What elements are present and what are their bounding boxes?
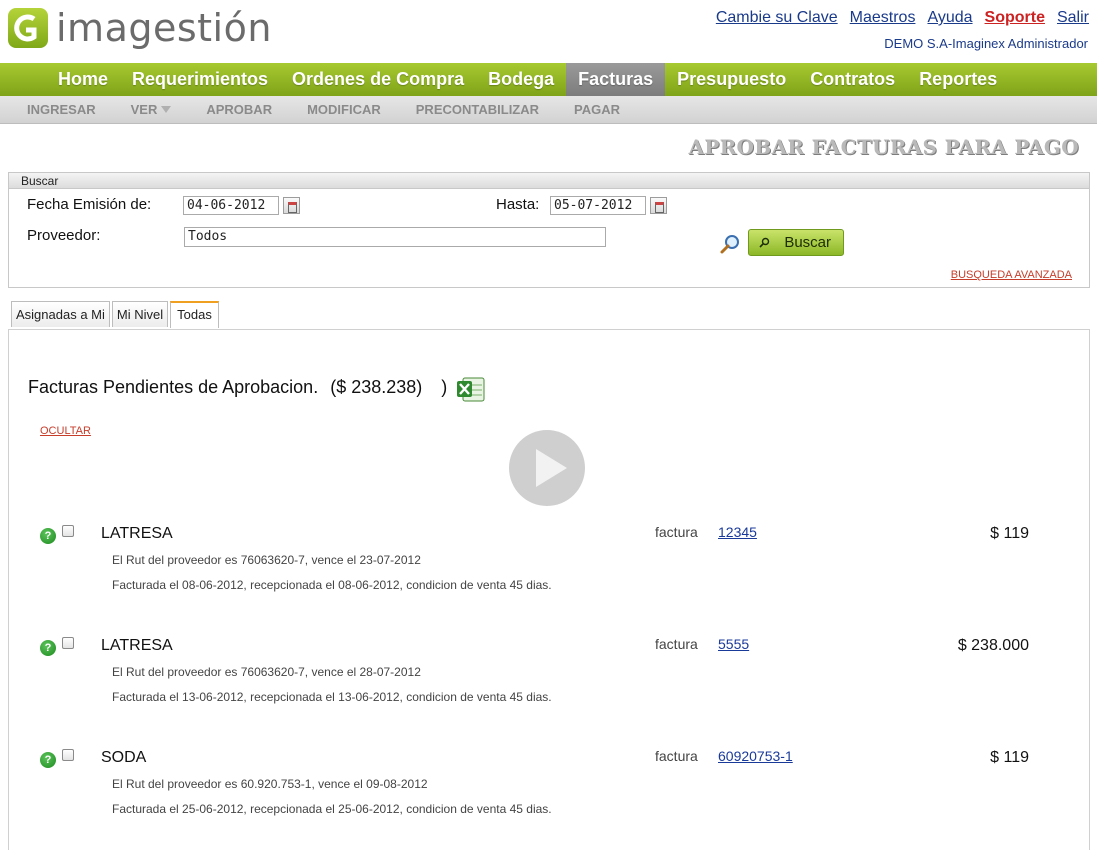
logout-link[interactable]: Salir — [1057, 9, 1089, 27]
invoice-row: ? SODA factura 60920753-1 $ 119 El Rut d… — [9, 746, 1089, 846]
app-logo[interactable]: imagestión — [8, 5, 272, 51]
tab-bar: Asignadas a Mi Mi Nivel Todas — [11, 301, 219, 328]
nav-presupuesto[interactable]: Presupuesto — [665, 63, 798, 96]
subnav-ver-label: VER — [130, 102, 158, 117]
nav-requerimientos[interactable]: Requerimientos — [120, 63, 280, 96]
document-type: factura — [655, 748, 698, 764]
invoice-dates-line: Facturada el 13-06-2012, recepcionada el… — [112, 690, 552, 704]
nav-ordenes-de-compra[interactable]: Ordenes de Compra — [280, 63, 476, 96]
pending-summary: Facturas Pendientes de Aprobacion. ($ 238… — [28, 377, 447, 398]
top-links: Cambie su Clave Maestros Ayuda Soporte S… — [716, 9, 1089, 27]
invoice-dates-line: Facturada el 08-06-2012, recepcionada el… — [112, 578, 552, 592]
invoice-amount: $ 238.000 — [957, 637, 1029, 654]
help-icon[interactable]: ? — [40, 528, 56, 544]
help-icon[interactable]: ? — [40, 752, 56, 768]
subnav-ingresar[interactable]: INGRESAR — [15, 96, 108, 123]
proveedor-label: Proveedor: — [27, 227, 101, 244]
document-type: factura — [655, 636, 698, 652]
advanced-search-link[interactable]: BUSQUEDA AVANZADA — [951, 269, 1072, 281]
nav-home[interactable]: Home — [46, 63, 120, 96]
logo-text: imagestión — [56, 6, 272, 50]
nav-reportes[interactable]: Reportes — [907, 63, 1009, 96]
supplier-name: SODA — [101, 749, 147, 766]
subnav-aprobar[interactable]: APROBAR — [194, 96, 284, 123]
search-button[interactable]: Buscar — [748, 229, 844, 256]
invoice-checkbox[interactable] — [62, 637, 74, 649]
tab-todas[interactable]: Todas — [170, 301, 219, 328]
invoice-checkbox[interactable] — [62, 749, 74, 761]
nav-bodega[interactable]: Bodega — [476, 63, 566, 96]
masters-link[interactable]: Maestros — [850, 9, 916, 27]
invoice-dates-line: Facturada el 25-06-2012, recepcionada el… — [112, 802, 552, 816]
invoice-checkbox[interactable] — [62, 525, 74, 537]
play-icon[interactable] — [509, 430, 585, 506]
fecha-emision-label: Fecha Emisión de: — [27, 196, 152, 213]
subnav-precontabilizar[interactable]: PRECONTABILIZAR — [404, 96, 551, 123]
pending-total-amount: ($ 238.238) — [330, 377, 423, 397]
invoice-row: ? LATRESA factura 5555 $ 238.000 El Rut … — [9, 634, 1089, 734]
invoice-rut-line: El Rut del proveedor es 76063620-7, venc… — [112, 553, 421, 567]
subnav-pagar[interactable]: PAGAR — [562, 96, 632, 123]
invoice-row: ? LATRESA factura 12345 $ 119 El Rut del… — [9, 522, 1089, 622]
document-type: factura — [655, 524, 698, 540]
tab-mi-nivel[interactable]: Mi Nivel — [111, 301, 169, 327]
calendar-icon[interactable] — [650, 197, 667, 214]
header: imagestión Cambie su Clave Maestros Ayud… — [0, 0, 1097, 62]
excel-export-icon[interactable] — [456, 375, 486, 403]
sub-nav: INGRESAR VER APROBAR MODIFICAR PRECONTAB… — [0, 96, 1097, 124]
calendar-icon[interactable] — [283, 197, 300, 214]
fecha-from-input[interactable]: 04-06-2012 — [183, 196, 279, 215]
hide-link[interactable]: OCULTAR — [40, 425, 91, 437]
supplier-name: LATRESA — [101, 525, 173, 542]
support-link[interactable]: Soporte — [985, 9, 1045, 27]
search-icon — [759, 237, 770, 248]
invoice-list-panel: Facturas Pendientes de Aprobacion. ($ 238… — [8, 329, 1090, 850]
search-panel-header: Buscar — [9, 173, 1089, 189]
summary-close-paren: ) — [441, 377, 448, 397]
nav-contratos[interactable]: Contratos — [798, 63, 907, 96]
tab-asignadas[interactable]: Asignadas a Mi — [11, 301, 110, 327]
invoice-number-link[interactable]: 60920753-1 — [718, 748, 793, 764]
search-button-label: Buscar — [784, 234, 831, 251]
search-icon[interactable] — [719, 233, 741, 255]
subnav-modificar[interactable]: MODIFICAR — [295, 96, 393, 123]
current-user: DEMO S.A-Imaginex Administrador — [884, 36, 1088, 51]
help-link[interactable]: Ayuda — [927, 9, 972, 27]
fecha-to-input[interactable]: 05-07-2012 — [550, 196, 646, 215]
supplier-name: LATRESA — [101, 637, 173, 654]
invoice-amount: $ 119 — [990, 525, 1029, 542]
pending-summary-title: Facturas Pendientes de Aprobacion. — [28, 377, 319, 397]
invoice-rut-line: El Rut del proveedor es 60.920.753-1, ve… — [112, 777, 428, 791]
nav-facturas[interactable]: Facturas — [566, 63, 666, 96]
invoice-rut-line: El Rut del proveedor es 76063620-7, venc… — [112, 665, 421, 679]
page-title: APROBAR FACTURAS PARA PAGO — [688, 135, 1079, 159]
change-password-link[interactable]: Cambie su Clave — [716, 9, 838, 27]
hasta-label: Hasta: — [496, 196, 540, 213]
chevron-down-icon — [161, 106, 172, 113]
main-nav: Home Requerimientos Ordenes de Compra Bo… — [0, 63, 1097, 96]
search-panel: Buscar Fecha Emisión de: 04-06-2012 Hast… — [8, 172, 1090, 288]
invoice-number-link[interactable]: 12345 — [718, 524, 757, 540]
invoice-amount: $ 119 — [990, 749, 1029, 766]
proveedor-input[interactable]: Todos — [184, 227, 606, 247]
help-icon[interactable]: ? — [40, 640, 56, 656]
subnav-ver[interactable]: VER — [119, 96, 184, 123]
invoice-number-link[interactable]: 5555 — [718, 636, 749, 652]
logo-icon — [8, 8, 48, 48]
